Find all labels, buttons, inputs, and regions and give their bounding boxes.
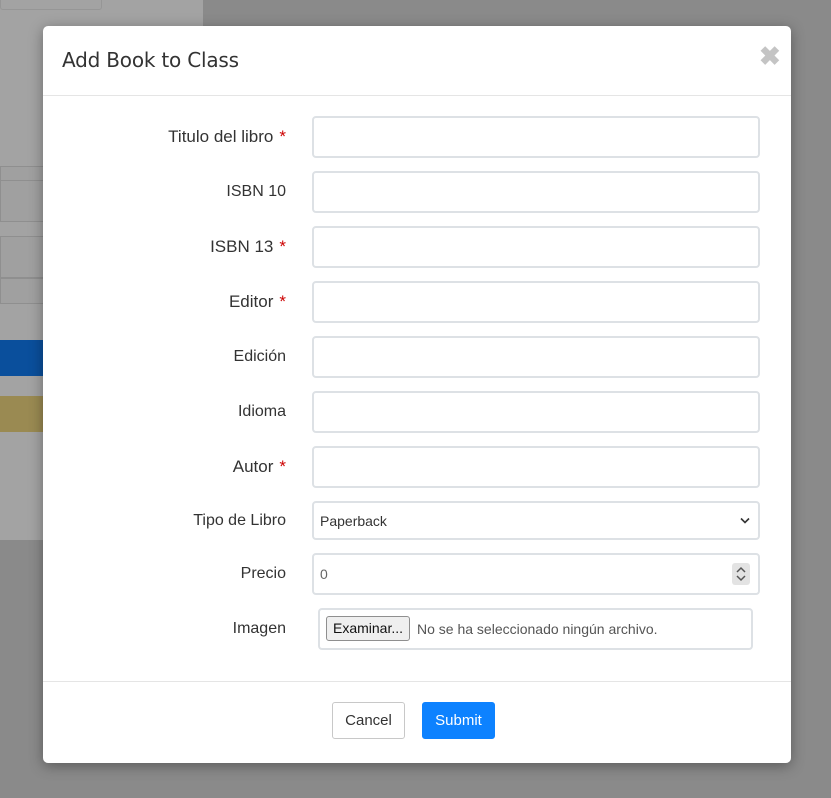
- isbn13-input[interactable]: [312, 226, 760, 268]
- price-label: Precio: [240, 565, 286, 582]
- image-label: Imagen: [232, 620, 286, 637]
- form-row-book-type: Tipo de Libro Paperback: [43, 501, 791, 540]
- isbn10-input[interactable]: [312, 171, 760, 213]
- author-label: Autor *: [233, 457, 286, 477]
- number-spinner[interactable]: [732, 563, 750, 585]
- title-label-text: Titulo del libro: [168, 127, 274, 146]
- submit-button[interactable]: Submit: [422, 702, 495, 739]
- form-row-language: Idioma: [43, 391, 791, 433]
- book-type-select[interactable]: Paperback: [312, 501, 760, 540]
- background-row: [0, 236, 48, 278]
- background-input: [0, 0, 102, 10]
- editor-label: Editor *: [229, 292, 286, 312]
- edition-label: Edición: [233, 348, 286, 365]
- author-input[interactable]: [312, 446, 760, 488]
- title-input[interactable]: [312, 116, 760, 158]
- cancel-button[interactable]: Cancel: [332, 702, 405, 739]
- title-label: Titulo del libro *: [168, 127, 286, 147]
- book-type-value: Paperback: [320, 512, 387, 529]
- author-label-text: Autor: [232, 457, 274, 476]
- form-row-isbn13: ISBN 13 *: [43, 226, 791, 268]
- edition-input[interactable]: [312, 336, 760, 378]
- isbn13-label: ISBN 13 *: [210, 237, 286, 257]
- modal-header: Add Book to Class ✖: [43, 26, 791, 96]
- language-input[interactable]: [312, 391, 760, 433]
- required-mark: *: [279, 292, 286, 311]
- form-row-image: Imagen Examinar... No se ha seleccionado…: [43, 608, 791, 650]
- required-mark: *: [279, 457, 286, 476]
- spinner-arrows-icon: [736, 566, 746, 582]
- editor-input[interactable]: [312, 281, 760, 323]
- price-value: 0: [320, 566, 328, 582]
- modal-title: Add Book to Class: [62, 48, 239, 72]
- background-row: [0, 180, 48, 222]
- browse-button[interactable]: Examinar...: [326, 616, 411, 641]
- form-row-edition: Edición: [43, 336, 791, 378]
- add-book-modal: Add Book to Class ✖ Titulo del libro * IS…: [43, 26, 791, 763]
- file-status-text: No se ha seleccionado ningún archivo.: [417, 621, 658, 637]
- required-mark: *: [279, 127, 286, 146]
- chevron-down-icon: [740, 517, 750, 524]
- image-file-input: Examinar... No se ha seleccionado ningún…: [318, 608, 753, 650]
- background-blue-button: [0, 340, 46, 376]
- isbn13-label-text: ISBN 13: [210, 237, 274, 256]
- background-gold-button: [0, 396, 46, 432]
- editor-label-text: Editor: [228, 292, 274, 311]
- form-row-author: Autor *: [43, 446, 791, 488]
- price-input[interactable]: 0: [312, 553, 760, 595]
- background-row: [0, 278, 48, 304]
- modal-footer: Cancel Submit: [43, 681, 791, 763]
- form-row-price: Precio 0: [43, 553, 791, 595]
- required-mark: *: [279, 237, 286, 256]
- form-row-editor: Editor *: [43, 281, 791, 323]
- book-type-label: Tipo de Libro: [193, 511, 286, 529]
- close-icon[interactable]: ✖: [759, 43, 781, 69]
- language-label: Idioma: [237, 403, 286, 420]
- form-row-title: Titulo del libro *: [43, 116, 791, 158]
- isbn10-label: ISBN 10: [226, 183, 286, 200]
- form-row-isbn10: ISBN 10: [43, 171, 791, 213]
